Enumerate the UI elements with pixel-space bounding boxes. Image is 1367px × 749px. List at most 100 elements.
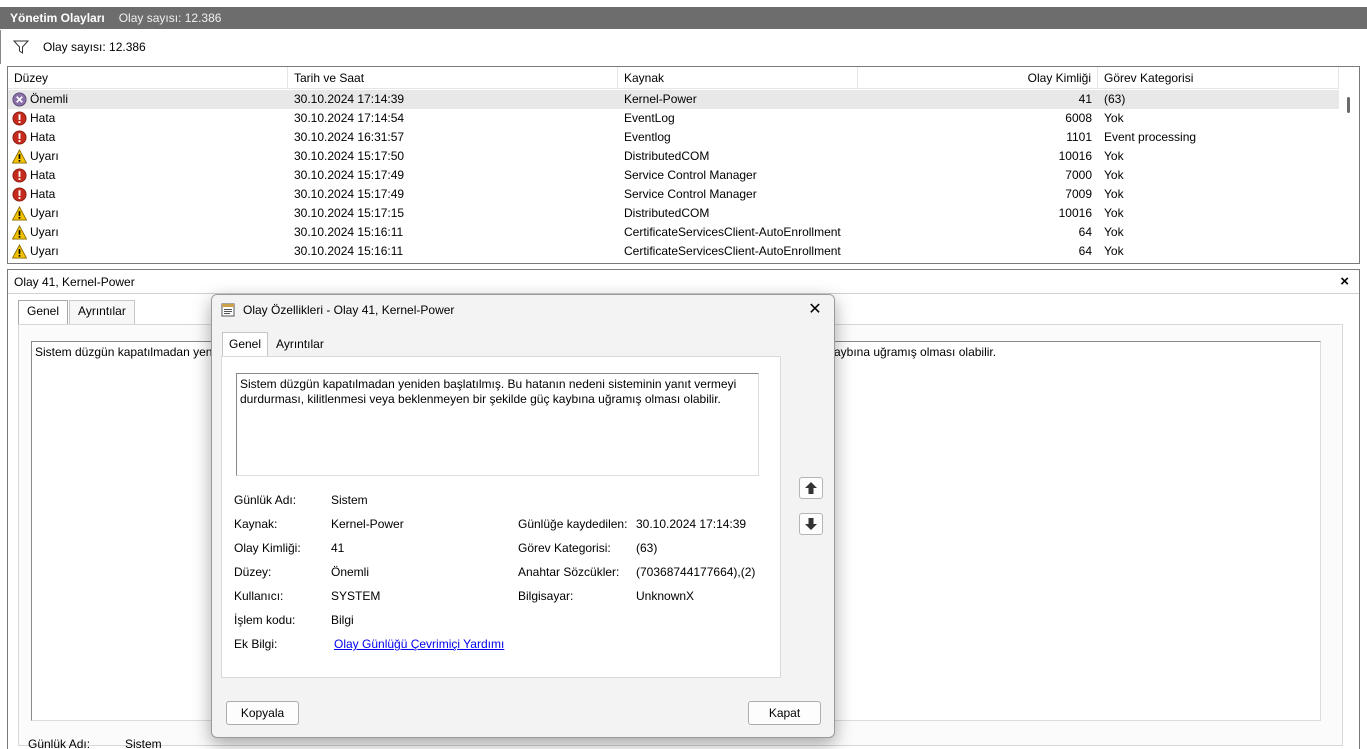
error-icon [12,168,30,183]
error-icon [12,111,30,126]
cell-task-category: Yok [1104,225,1124,239]
event-properties-dialog: Olay Özellikleri - Olay 41, Kernel-Power… [211,294,835,738]
field-value-user: SYSTEM [331,589,381,603]
online-help-link[interactable]: Olay Günlüğü Çevrimiçi Yardımı [334,637,504,651]
dialog-message-line-1: Sistem düzgün kapatılmadan yeniden başla… [240,377,737,391]
dialog-tab-details[interactable]: Ayrıntılar [269,332,331,358]
field-value-computer: UnknownX [636,589,695,603]
dialog-title: Olay Özellikleri - Olay 41, Kernel-Power [243,303,455,317]
table-row[interactable]: Uyarı 30.10.2024 15:16:11 CertificateServi… [8,242,1339,261]
next-event-button[interactable] [799,513,823,535]
cell-source: DistributedCOM [624,206,710,220]
detail-close-icon[interactable]: × [1340,270,1349,294]
copy-button[interactable]: Kopyala [226,701,299,725]
dialog-titlebar: Olay Özellikleri - Olay 41, Kernel-Power [212,295,834,325]
field-value-log-name: Sistem [331,493,368,507]
arrow-down-icon [805,518,817,530]
detail-description-left: Sistem düzgün kapatılmadan yeni [35,345,216,359]
cell-source: Kernel-Power [624,92,697,106]
cell-source: CertificateServicesClient-AutoEnrollment [624,225,841,239]
level-label: Hata [30,130,56,144]
detail-tab-details[interactable]: Ayrıntılar [69,300,135,324]
table-row[interactable]: Önemli 30.10.2024 17:14:39 Kernel-Power 41 (… [8,90,1339,109]
column-header-task-category[interactable]: Görev Kategorisi [1098,67,1339,89]
cell-event-id: 6008 [1065,111,1092,125]
field-label-computer: Bilgisayar: [518,589,574,603]
cell-level: Hata [8,109,288,128]
table-row[interactable]: Hata 30.10.2024 15:17:49 Service Control M… [8,166,1339,185]
column-header-date[interactable]: Tarih ve Saat [288,67,618,89]
field-value-level: Önemli [331,565,370,579]
filter-icon[interactable] [13,40,29,54]
cell-date: 30.10.2024 15:17:15 [294,206,405,220]
window-title: Yönetim Olayları [10,11,105,25]
cell-level: Uyarı [8,223,288,242]
cell-event-id: 64 [1078,225,1092,239]
cell-level: Uyarı [8,204,288,223]
event-detail-title: Olay 41, Kernel-Power [14,275,135,289]
detail-log-name-label: Günlük Adı: [28,737,91,749]
cell-level: Önemli [8,90,288,109]
dialog-tabs: Genel Ayrıntılar [222,332,332,358]
warning-icon [12,225,30,240]
field-value-keywords: (70368744177664),(2) [636,565,756,579]
field-label-source: Kaynak: [234,517,278,531]
table-row[interactable]: Hata 30.10.2024 17:14:54 EventLog 6008 Yok [8,109,1339,128]
cell-task-category: Yok [1104,149,1124,163]
field-label-user: Kullanıcı: [234,589,284,603]
cell-level: Hata [8,166,288,185]
cell-task-category: Event processing [1104,130,1197,144]
previous-event-button[interactable] [799,477,823,499]
cell-task-category: Yok [1104,168,1124,182]
field-value-source: Kernel-Power [331,517,404,531]
warning-icon [12,206,30,221]
cell-source: DistributedCOM [624,149,710,163]
event-list-scrollbar[interactable] [1339,67,1359,263]
window-titlebar: Yönetim Olayları Olay sayısı: 12.386 [0,7,1367,29]
cell-source: Service Control Manager [624,187,757,201]
dialog-message[interactable]: Sistem düzgün kapatılmadan yeniden başla… [236,373,759,476]
cell-date: 30.10.2024 15:16:11 [294,244,404,258]
detail-tabs: Genel Ayrıntılar [18,300,136,324]
cell-date: 30.10.2024 15:17:50 [294,149,405,163]
event-rows: Önemli 30.10.2024 17:14:39 Kernel-Power 41 (… [8,90,1339,261]
cell-date: 30.10.2024 16:31:57 [294,130,405,144]
cell-event-id: 10016 [1058,206,1092,220]
field-label-event-id: Olay Kimliği: [234,541,301,555]
column-header-event-id[interactable]: Olay Kimliği [858,67,1098,89]
warning-icon [12,244,30,259]
level-label: Uyarı [30,149,59,163]
field-label-more-info: Ek Bilgi: [234,637,278,651]
dialog-tab-general[interactable]: Genel [222,332,269,358]
cell-date: 30.10.2024 15:16:11 [294,225,404,239]
dialog-close-icon[interactable]: ✕ [802,298,828,322]
event-list-header: Düzey Tarih ve Saat Kaynak Olay Kimliği … [8,67,1339,89]
filter-event-count: Olay sayısı: 12.386 [43,40,146,54]
detail-tab-general[interactable]: Genel [18,300,69,324]
cell-event-id: 41 [1078,92,1092,106]
error-icon [12,187,30,202]
table-row[interactable]: Uyarı 30.10.2024 15:16:11 CertificateServi… [8,223,1339,242]
filter-bar: Olay sayısı: 12.386 [0,30,1367,64]
table-row[interactable]: Uyarı 30.10.2024 15:17:50 DistributedCOM 10… [8,147,1339,166]
cell-task-category: Yok [1104,206,1124,220]
detail-description-right: aybına uğramış olması olabilir. [834,345,997,359]
dialog-message-line-2: durdurması, kilitlenmesi veya beklenmeye… [240,392,721,406]
column-header-level[interactable]: Düzey [8,67,288,89]
event-list[interactable]: Düzey Tarih ve Saat Kaynak Olay Kimliği … [7,66,1360,264]
field-label-keywords: Anahtar Sözcükler: [518,565,620,579]
cell-level: Uyarı [8,147,288,166]
scrollbar-thumb[interactable] [1347,97,1350,113]
field-label-opcode: İşlem kodu: [234,613,296,627]
close-button[interactable]: Kapat [748,701,821,725]
field-label-level: Düzey: [234,565,272,579]
level-label: Hata [30,111,56,125]
cell-level: Hata [8,128,288,147]
field-value-logged: 30.10.2024 17:14:39 [636,517,747,531]
column-header-source[interactable]: Kaynak [618,67,858,89]
level-label: Uyarı [30,244,59,258]
table-row[interactable]: Uyarı 30.10.2024 15:17:15 DistributedCOM 10… [8,204,1339,223]
table-row[interactable]: Hata 30.10.2024 16:31:57 Eventlog 1101 Event… [8,128,1339,147]
field-label-logged: Günlüğe kaydedilen: [518,517,628,531]
table-row[interactable]: Hata 30.10.2024 15:17:49 Service Control M… [8,185,1339,204]
